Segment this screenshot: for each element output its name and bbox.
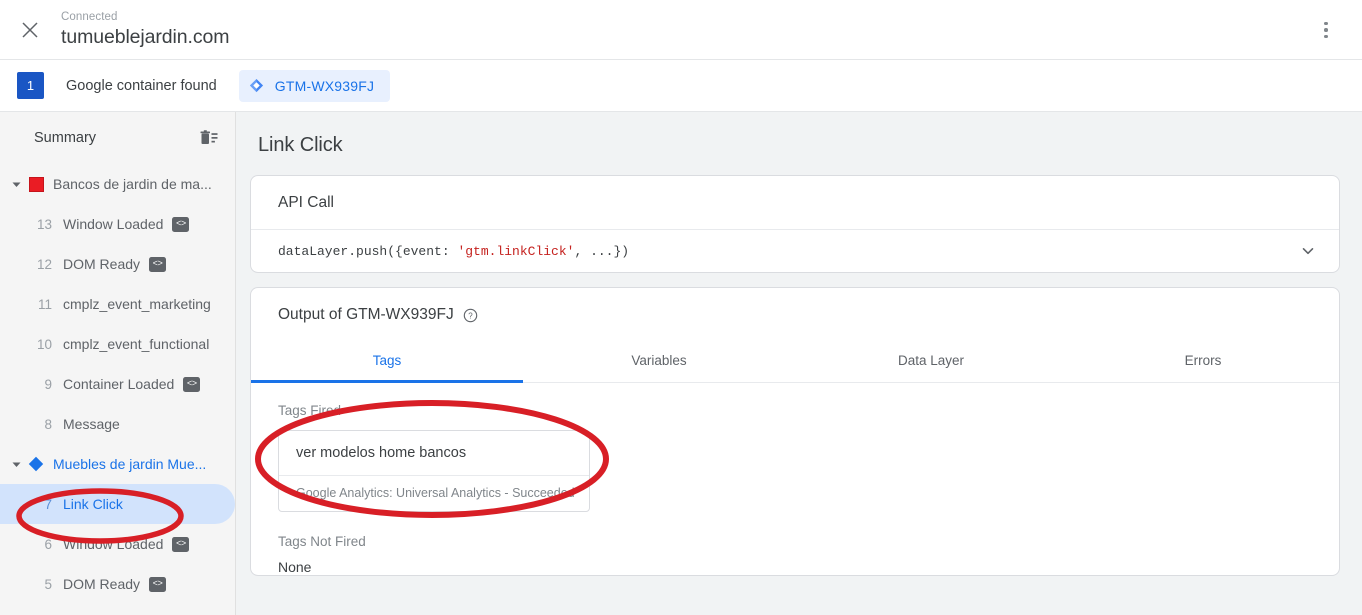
event-number: 9 <box>44 376 52 392</box>
fired-tag-card[interactable]: ver modelos home bancos Google Analytics… <box>278 430 590 512</box>
connection-status: Connected <box>61 10 118 23</box>
output-tabs: Tags Variables Data Layer Errors <box>251 340 1339 383</box>
tab-tags[interactable]: Tags <box>251 340 523 383</box>
event-name: cmplz_event_marketing <box>63 296 211 312</box>
summary-label: Summary <box>34 130 97 146</box>
event-number: 11 <box>37 296 52 312</box>
api-call-card: API Call dataLayer.push({event: 'gtm.lin… <box>250 175 1340 273</box>
sidebar-event-13[interactable]: 13 Window Loaded <> <box>0 204 235 244</box>
event-name: Message <box>63 416 120 432</box>
event-number: 6 <box>44 536 52 552</box>
svg-text:?: ? <box>468 311 473 320</box>
sidebar-event-12[interactable]: 12 DOM Ready <> <box>0 244 235 284</box>
sidebar-event-5[interactable]: 5 DOM Ready <> <box>0 564 235 604</box>
output-card: Output of GTM-WX939FJ ? Tags Variables D… <box>250 287 1340 576</box>
event-name: DOM Ready <box>63 576 141 592</box>
group-label: Muebles de jardin Mue... <box>53 456 207 472</box>
event-name: DOM Ready <box>63 256 141 272</box>
gtm-container-chip[interactable]: GTM-WX939FJ <box>238 69 391 102</box>
container-found-label: Google container found <box>66 77 217 94</box>
container-bar: 1 Google container found GTM-WX939FJ <box>0 60 1362 112</box>
blue-diamond-icon <box>28 456 44 472</box>
output-heading: Output of GTM-WX939FJ <box>278 306 454 323</box>
chevron-down-icon[interactable] <box>1299 242 1317 260</box>
sidebar-event-11[interactable]: 11 cmplz_event_marketing <box>0 284 235 324</box>
code-badge-icon: <> <box>172 216 190 232</box>
close-icon[interactable] <box>17 17 43 43</box>
tag-manager-diamond-icon <box>249 78 263 93</box>
events-sidebar: Summary Bancos de jardin de ma... 13 Win… <box>0 112 236 615</box>
event-name: cmplz_event_functional <box>63 336 210 352</box>
api-call-code: dataLayer.push({event: 'gtm.linkClick', … <box>278 244 629 259</box>
page-title: Link Click <box>258 134 343 156</box>
delete-list-icon[interactable] <box>199 128 219 148</box>
api-call-row[interactable]: dataLayer.push({event: 'gtm.linkClick', … <box>251 230 1339 272</box>
tags-fired-label: Tags Fired <box>278 403 342 418</box>
sidebar-event-8[interactable]: 8 Message <box>0 404 235 444</box>
tags-not-fired-label: Tags Not Fired <box>278 534 366 549</box>
event-number: 12 <box>36 256 52 272</box>
sidebar-event-link-click[interactable]: 7 Link Click <box>0 484 235 524</box>
code-badge-icon: <> <box>149 256 167 272</box>
connection-info: Connected tumueblejardin.com <box>61 10 230 48</box>
code-badge-icon: <> <box>172 536 190 552</box>
code-prefix: dataLayer.push({event: <box>278 243 458 259</box>
fired-tag-name: ver modelos home bancos <box>296 445 467 461</box>
code-badge-icon: <> <box>149 576 167 592</box>
event-number: 10 <box>36 336 52 352</box>
sidebar-event-10[interactable]: 10 cmplz_event_functional <box>0 324 235 364</box>
tab-variables[interactable]: Variables <box>523 340 795 382</box>
connected-domain: tumueblejardin.com <box>61 26 230 48</box>
group-header-bancos[interactable]: Bancos de jardin de ma... <box>0 164 235 204</box>
caret-down-icon[interactable] <box>8 456 24 472</box>
sidebar-event-6[interactable]: 6 Window Loaded <> <box>0 524 235 564</box>
code-badge-icon: <> <box>183 376 201 392</box>
body: Summary Bancos de jardin de ma... 13 Win… <box>0 112 1362 615</box>
more-vert-icon[interactable] <box>1312 16 1340 44</box>
code-string: 'gtm.linkClick' <box>457 243 575 259</box>
event-name: Window Loaded <box>63 536 164 552</box>
event-number: 5 <box>44 576 52 592</box>
tag-assistant-window: Connected tumueblejardin.com 1 Google co… <box>0 0 1362 615</box>
fired-tag-status: Google Analytics: Universal Analytics - … <box>296 486 575 500</box>
help-circle-icon[interactable]: ? <box>463 308 478 323</box>
event-name: Link Click <box>63 496 123 512</box>
event-name: Container Loaded <box>63 376 175 392</box>
tags-not-fired-value: None <box>278 559 312 575</box>
top-bar: Connected tumueblejardin.com <box>0 0 1362 60</box>
caret-down-icon[interactable] <box>8 176 24 192</box>
sidebar-event-9[interactable]: 9 Container Loaded <> <box>0 364 235 404</box>
event-number: 7 <box>44 496 52 512</box>
group-header-muebles[interactable]: Muebles de jardin Mue... <box>0 444 235 484</box>
tab-data-layer[interactable]: Data Layer <box>795 340 1067 382</box>
tab-errors[interactable]: Errors <box>1067 340 1339 382</box>
output-heading-row: Output of GTM-WX939FJ ? <box>251 288 1339 324</box>
event-name: Window Loaded <box>63 216 164 232</box>
api-call-heading: API Call <box>278 194 334 211</box>
container-count-badge: 1 <box>17 72 44 99</box>
event-number: 8 <box>44 416 52 432</box>
summary-row[interactable]: Summary <box>0 112 235 164</box>
detail-panel: Link Click API Call dataLayer.push({even… <box>236 112 1362 615</box>
code-suffix: , ...}) <box>574 243 630 259</box>
gtm-container-id: GTM-WX939FJ <box>274 77 375 94</box>
event-number: 13 <box>36 216 52 232</box>
group-label: Bancos de jardin de ma... <box>53 176 212 192</box>
red-square-icon <box>28 176 44 192</box>
